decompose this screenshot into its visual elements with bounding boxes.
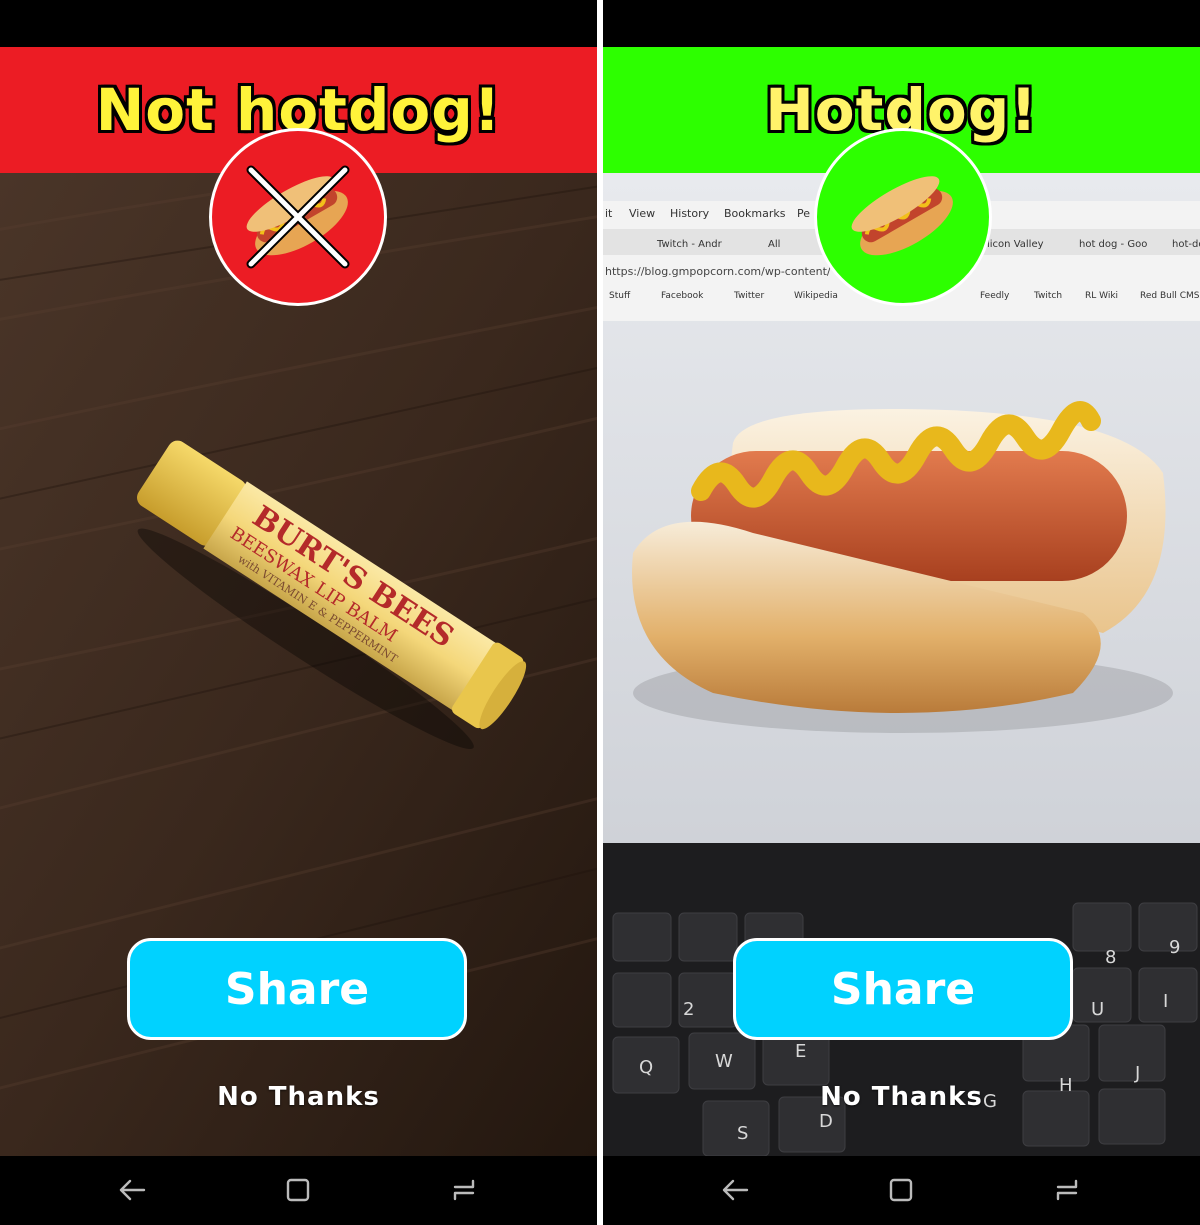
browser-menu-item: Pe (797, 207, 810, 220)
share-button[interactable]: Share (127, 938, 467, 1040)
back-arrow-icon[interactable] (713, 1168, 757, 1212)
browser-tab: Twitch - Andr (656, 239, 723, 250)
bookmark-item: Red Bull CMS (1140, 291, 1200, 301)
hotdog-screen: Hotdog! it View History Bookmarks Pe Twi… (603, 0, 1200, 1225)
not-hotdog-screen: Not hotdog! BURT'S BEES BEESWAX LIP BALM… (0, 0, 597, 1225)
share-button[interactable]: Share (733, 938, 1073, 1040)
keyboard-key: Q (639, 1057, 653, 1078)
status-bar (603, 0, 1200, 47)
browser-tab: hot-do (1172, 239, 1200, 250)
crossed-hotdog-icon (209, 128, 387, 306)
no-thanks-link[interactable]: No Thanks (0, 1082, 597, 1112)
no-thanks-link[interactable]: No Thanks (603, 1082, 1200, 1112)
home-square-icon[interactable] (879, 1168, 923, 1212)
home-square-icon[interactable] (276, 1168, 320, 1212)
bookmark-item: Twitch (1033, 291, 1062, 301)
keyboard-key: D (819, 1111, 833, 1132)
keyboard-key: 9 (1169, 937, 1180, 958)
back-arrow-icon[interactable] (110, 1168, 154, 1212)
bookmark-item: Twitter (733, 291, 764, 301)
navigation-bar (603, 1156, 1200, 1225)
bookmark-item: Feedly (980, 291, 1010, 301)
keyboard-key: J (1134, 1063, 1140, 1084)
keyboard-key: E (795, 1041, 806, 1062)
bookmark-item: Wikipedia (794, 291, 838, 301)
keyboard-key: 2 (683, 999, 694, 1020)
browser-tab: licon Valley (987, 239, 1044, 250)
recents-icon[interactable] (1045, 1168, 1089, 1212)
hotdog-icon (814, 128, 992, 306)
browser-menu-item: Bookmarks (724, 207, 786, 220)
navigation-bar (0, 1156, 597, 1225)
keyboard-key: U (1091, 999, 1104, 1020)
keyboard-key: I (1163, 991, 1168, 1012)
bookmark-item: Stuff (609, 291, 631, 301)
browser-url: https://blog.gmpopcorn.com/wp-content/ (605, 265, 831, 278)
browser-menu-item: View (629, 207, 655, 220)
browser-menu-item: History (670, 207, 710, 220)
bookmark-item: RL Wiki (1085, 291, 1118, 301)
browser-tab: All (768, 239, 780, 250)
browser-menu-item: it (605, 207, 613, 220)
bookmark-item: Facebook (661, 291, 704, 301)
keyboard-key: W (715, 1051, 733, 1072)
status-bar (0, 0, 597, 47)
keyboard-key: S (737, 1123, 748, 1144)
browser-tab: hot dog - Goo (1079, 239, 1147, 250)
keyboard-key: 8 (1105, 947, 1116, 968)
recents-icon[interactable] (442, 1168, 486, 1212)
